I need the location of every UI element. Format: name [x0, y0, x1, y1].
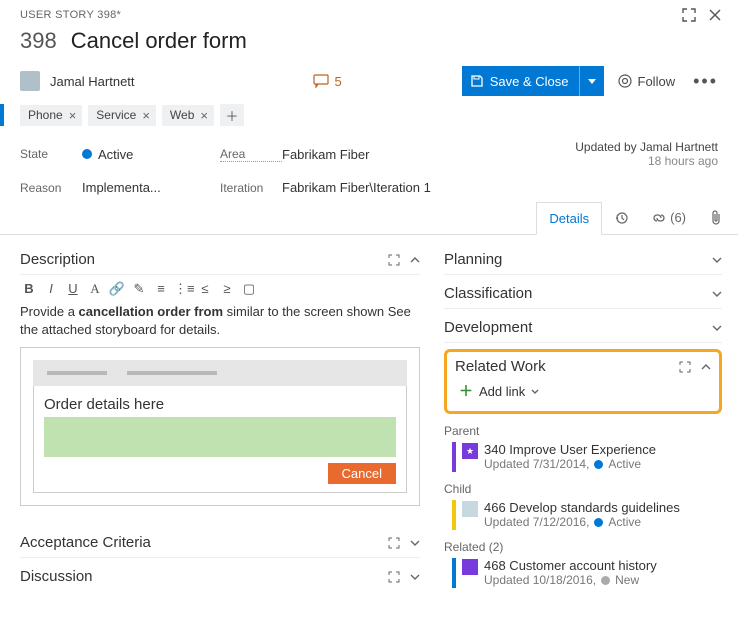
work-item-type-icon	[462, 559, 478, 575]
font-button[interactable]: A	[86, 281, 104, 297]
chevron-down-icon[interactable]	[712, 291, 722, 297]
comment-count-value: 5	[335, 74, 342, 89]
classification-heading[interactable]: Classification	[444, 285, 712, 302]
italic-button[interactable]: I	[42, 281, 60, 297]
close-icon[interactable]	[708, 8, 722, 22]
remove-tag-icon[interactable]: ×	[200, 108, 208, 123]
add-tag-button[interactable]: ＋	[220, 104, 244, 126]
reason-label: Reason	[20, 181, 82, 195]
related-item[interactable]: ★ 340 Improve User ExperienceUpdated 7/31…	[452, 442, 722, 472]
tab-details[interactable]: Details	[536, 202, 602, 235]
updated-by: Updated by Jamal Hartnett	[520, 140, 718, 154]
chevron-up-icon[interactable]	[701, 364, 711, 370]
description-text[interactable]: Provide a cancellation order from simila…	[20, 303, 420, 347]
tab-attachments[interactable]	[698, 202, 734, 234]
tag-service[interactable]: Service ×	[88, 105, 156, 126]
mockup-image: Order details here Cancel	[20, 347, 420, 506]
follow-label: Follow	[638, 74, 676, 89]
related-work-heading: Related Work	[455, 358, 679, 375]
state-label: State	[20, 147, 82, 161]
remove-tag-icon[interactable]: ×	[142, 108, 150, 123]
chevron-down-icon[interactable]	[712, 257, 722, 263]
mockup-label: Order details here	[44, 396, 396, 413]
tag-label: Service	[96, 108, 136, 122]
related-group-title: Child	[444, 482, 722, 496]
tab-history[interactable]	[602, 203, 640, 233]
updated-ago: 18 hours ago	[520, 154, 718, 168]
work-item-title[interactable]: Cancel order form	[71, 28, 247, 54]
avatar	[20, 71, 40, 91]
related-group-title: Parent	[444, 424, 722, 438]
planning-heading[interactable]: Planning	[444, 251, 712, 268]
development-heading[interactable]: Development	[444, 319, 712, 336]
bold-button[interactable]: B	[20, 281, 38, 297]
plus-icon: ＋	[459, 381, 473, 401]
follow-button[interactable]: Follow	[614, 74, 680, 89]
reason-value[interactable]: Implementa...	[82, 180, 161, 195]
description-heading: Description	[20, 251, 378, 268]
chevron-up-icon[interactable]	[410, 257, 420, 263]
save-close-label: Save & Close	[490, 74, 569, 89]
chevron-down-icon	[531, 389, 539, 394]
mockup-cancel-button: Cancel	[328, 463, 396, 484]
outdent-button[interactable]: ≤	[196, 281, 214, 297]
save-close-button[interactable]: Save & Close	[462, 66, 604, 96]
area-value[interactable]: Fabrikam Fiber	[282, 147, 369, 162]
iteration-label: Iteration	[220, 181, 282, 195]
tag-phone[interactable]: Phone ×	[20, 105, 82, 126]
clear-format-button[interactable]: ✎	[130, 281, 148, 297]
remove-tag-icon[interactable]: ×	[69, 108, 77, 123]
image-button[interactable]: ▢	[240, 281, 258, 297]
state-value[interactable]: Active	[82, 147, 133, 162]
area-label: Area	[220, 147, 282, 162]
tag-label: Web	[170, 108, 194, 122]
number-list-button[interactable]: ⋮≡	[174, 281, 192, 297]
indent-button[interactable]: ≥	[218, 281, 236, 297]
tab-links-count: (6)	[670, 210, 686, 225]
fullscreen-icon[interactable]	[682, 8, 696, 22]
work-item-type-icon: ★	[462, 443, 478, 459]
bullet-list-button[interactable]: ≡	[152, 281, 170, 297]
expand-icon[interactable]	[388, 254, 400, 266]
rich-text-toolbar: B I U A 🔗 ✎ ≡ ⋮≡ ≤ ≥ ▢	[20, 275, 420, 303]
related-item-title: 466 Develop standards guidelines	[484, 500, 680, 515]
underline-button[interactable]: U	[64, 281, 82, 297]
assignee-name[interactable]: Jamal Hartnett	[50, 74, 135, 89]
expand-icon[interactable]	[388, 571, 400, 583]
related-item[interactable]: 468 Customer account historyUpdated 10/1…	[452, 558, 722, 588]
tag-label: Phone	[28, 108, 63, 122]
related-item-title: 340 Improve User Experience	[484, 442, 656, 457]
iteration-value[interactable]: Fabrikam Fiber\Iteration 1	[282, 180, 431, 195]
related-item-title: 468 Customer account history	[484, 558, 657, 573]
related-item-sub: Updated 7/12/2016, Active	[484, 515, 680, 529]
expand-icon[interactable]	[679, 361, 691, 373]
expand-icon[interactable]	[388, 537, 400, 549]
work-item-type-icon	[462, 501, 478, 517]
related-item-sub: Updated 7/31/2014, Active	[484, 457, 656, 471]
save-close-caret[interactable]	[579, 66, 604, 96]
related-group-title: Related (2)	[444, 540, 722, 554]
tab-links[interactable]: (6)	[640, 202, 698, 233]
comment-count[interactable]: 5	[313, 74, 342, 89]
add-link-label: Add link	[479, 384, 525, 399]
tag-web[interactable]: Web ×	[162, 105, 214, 126]
add-link-button[interactable]: ＋ Add link	[455, 375, 711, 401]
discussion-heading: Discussion	[20, 568, 378, 585]
acceptance-heading: Acceptance Criteria	[20, 534, 378, 551]
chevron-down-icon[interactable]	[712, 325, 722, 331]
chevron-down-icon[interactable]	[410, 574, 420, 580]
link-button[interactable]: 🔗	[108, 281, 126, 297]
related-work-section: Related Work ＋ Add link	[444, 349, 722, 414]
work-item-id: 398	[20, 28, 57, 54]
breadcrumb: USER STORY 398*	[20, 9, 121, 21]
related-item-sub: Updated 10/18/2016, New	[484, 573, 657, 587]
more-actions-button[interactable]: •••	[689, 76, 722, 86]
chevron-down-icon[interactable]	[410, 540, 420, 546]
related-item[interactable]: 466 Develop standards guidelinesUpdated …	[452, 500, 722, 530]
